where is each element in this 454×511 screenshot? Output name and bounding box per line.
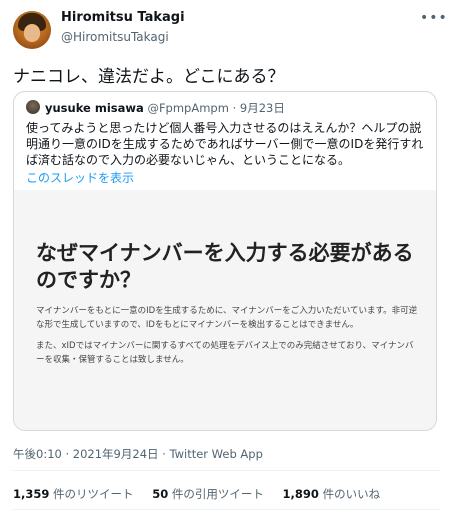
- quoted-tweet-text: 使ってみようと思ったけど個人番号入力させるのはええんか？ヘルプの説明通り一意のI…: [26, 121, 424, 167]
- quotes-count: 50: [152, 487, 169, 501]
- tweet-text: ナニコレ、違法だよ。どこにある？: [13, 67, 285, 87]
- tweet-timestamp[interactable]: 午後0:10 · 2021年9月24日: [13, 447, 159, 461]
- author-handle[interactable]: @HiromitsuTakagi: [61, 30, 169, 44]
- show-thread-link[interactable]: このスレッドを表示: [26, 169, 134, 186]
- retweets-stat[interactable]: 1,359 件のリツイート: [13, 487, 134, 501]
- likes-count: 1,890: [282, 487, 319, 501]
- retweets-count: 1,359: [13, 487, 50, 501]
- quoted-tweet-card[interactable]: yusuke misawa @FpmpAmpm · 9月23日 使ってみようと思…: [13, 91, 437, 431]
- divider-bottom: [13, 509, 441, 510]
- likes-label: 件のいいね: [318, 487, 381, 501]
- engagement-stats: 1,359 件のリツイート 50 件の引用ツイート 1,890 件のいいね: [13, 486, 395, 502]
- quoted-tweet-header: yusuke misawa @FpmpAmpm · 9月23日: [45, 100, 285, 116]
- quotes-stat[interactable]: 50 件の引用ツイート: [152, 487, 264, 501]
- more-dots-icon[interactable]: •••: [420, 10, 447, 30]
- meta-separator: ·: [158, 447, 170, 461]
- quoted-author-name: yusuke misawa: [45, 101, 144, 115]
- quoted-tweet-image[interactable]: なぜマイナンバーを入力する必要があるのですか？ マイナンバーをもとに一意のIDを…: [14, 190, 436, 430]
- likes-stat[interactable]: 1,890 件のいいね: [283, 487, 381, 501]
- quotes-label: 件の引用ツイート: [168, 487, 264, 501]
- source-app-link[interactable]: Twitter Web App: [169, 447, 262, 461]
- quoted-author-avatar: [26, 100, 40, 114]
- divider: [13, 470, 441, 471]
- quoted-author-handle: @FpmpAmpm: [147, 101, 229, 115]
- avatar-face: [24, 24, 40, 42]
- quoted-date: · 9月23日: [232, 101, 285, 115]
- author-name[interactable]: Hiromitsu Takagi: [61, 10, 185, 25]
- image-heading: なぜマイナンバーを入力する必要があるのですか？: [36, 241, 414, 292]
- image-paragraph-2: また、xIDではマイナンバーに関するすべての処理をデバイス上でのみ完結させており…: [36, 341, 414, 365]
- retweets-label: 件のリツイート: [49, 487, 134, 501]
- tweet-metadata: 午後0:10 · 2021年9月24日 · Twitter Web App: [13, 446, 263, 462]
- author-avatar[interactable]: [13, 11, 51, 49]
- image-paragraph-1: マイナンバーをもとに一意のIDを生成するために、マイナンバーをご入力いただいてい…: [36, 306, 418, 330]
